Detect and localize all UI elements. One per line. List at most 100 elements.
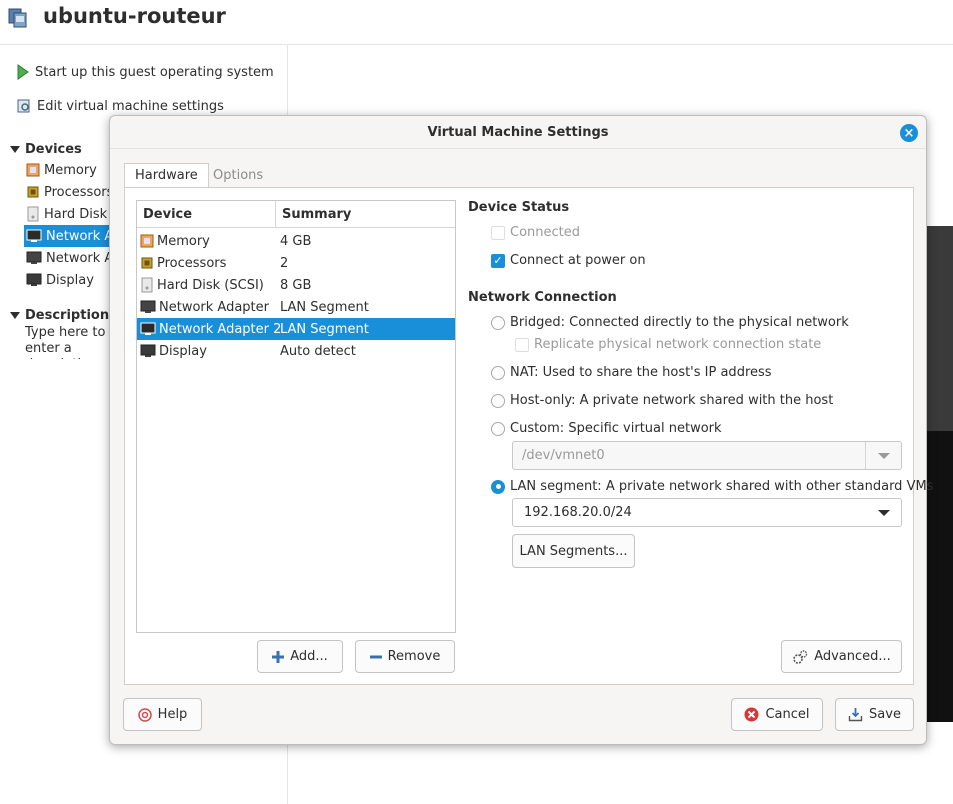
connected-label: Connected <box>510 225 581 240</box>
tab-options[interactable]: Options <box>203 163 273 187</box>
close-icon: × <box>903 125 915 141</box>
network-connection-header: Network Connection <box>468 290 617 305</box>
radio-circle-selected <box>491 479 505 494</box>
replicate-state-checkbox[interactable]: Replicate physical network connection st… <box>515 337 821 352</box>
help-button-label: Help <box>157 707 188 722</box>
tab-hardware[interactable]: Hardware <box>124 163 209 187</box>
device-table-header: Device Summary <box>137 201 455 228</box>
bg-device-label: Memory <box>44 162 97 178</box>
add-button-label: Add... <box>290 649 328 664</box>
connect-at-power-on-checkbox[interactable]: ✓ Connect at power on <box>491 253 646 268</box>
table-row[interactable]: Display Auto detect <box>137 340 455 362</box>
device-name: Processors <box>157 255 227 271</box>
devices-section-header[interactable]: Devices <box>10 142 82 157</box>
processor-icon <box>140 256 154 270</box>
replicate-label: Replicate physical network connection st… <box>534 337 822 352</box>
table-row[interactable]: Network Adapter LAN Segment <box>137 296 455 318</box>
radio-circle <box>491 393 505 408</box>
bridged-label: Bridged: Connected directly to the physi… <box>510 315 849 330</box>
edit-vm-settings-link[interactable]: Edit virtual machine settings <box>17 98 224 114</box>
device-name: Memory <box>157 233 210 249</box>
nat-radio[interactable]: NAT: Used to share the host's IP address <box>491 365 772 380</box>
custom-radio[interactable]: Custom: Specific virtual network <box>491 421 722 436</box>
device-name: Network Adapter <box>159 299 269 315</box>
help-button[interactable]: Help <box>123 698 202 731</box>
radio-circle <box>491 315 505 330</box>
memory-icon <box>26 163 40 177</box>
lan-segment-value: 192.168.20.0/24 <box>524 505 632 520</box>
connected-checkbox[interactable]: Connected <box>491 225 580 240</box>
table-row[interactable]: Memory 4 GB <box>137 230 455 252</box>
expand-triangle-icon <box>10 312 20 319</box>
table-row-selected[interactable]: Network Adapter 2 LAN Segment <box>137 318 455 340</box>
table-row[interactable]: Processors 2 <box>137 252 455 274</box>
device-name: Hard Disk (SCSI) <box>157 277 264 293</box>
device-summary: 4 GB <box>280 233 312 249</box>
display-icon <box>26 273 42 287</box>
cancel-icon <box>744 707 759 722</box>
lan-segment-select[interactable]: 192.168.20.0/24 <box>512 498 902 527</box>
device-name: Network Adapter 2 <box>159 321 282 337</box>
network-adapter-icon <box>140 322 156 336</box>
radio-circle <box>491 421 505 436</box>
host-only-radio[interactable]: Host-only: A private network shared with… <box>491 393 833 408</box>
start-vm-link[interactable]: Start up this guest operating system <box>17 64 274 80</box>
description-text[interactable]: Type here to enter a description of this… <box>25 325 110 359</box>
devices-header-label: Devices <box>25 142 82 157</box>
checkbox-box <box>515 337 529 352</box>
add-button[interactable]: Add... <box>257 640 343 673</box>
remove-button[interactable]: Remove <box>355 640 455 673</box>
vm-settings-dialog: Virtual Machine Settings × Hardware Opti… <box>109 115 933 745</box>
bg-device-label: Processors <box>44 184 114 200</box>
column-header-device[interactable]: Device <box>137 201 276 228</box>
save-button-label: Save <box>869 707 901 722</box>
gears-icon <box>792 649 808 665</box>
custom-network-value: /dev/vmnet0 <box>522 448 605 463</box>
device-summary: LAN Segment <box>280 299 369 315</box>
bridged-radio[interactable]: Bridged: Connected directly to the physi… <box>491 315 849 330</box>
start-vm-label: Start up this guest operating system <box>35 64 274 80</box>
device-summary: LAN Segment <box>280 321 369 337</box>
advanced-button-label: Advanced... <box>814 649 891 664</box>
expand-triangle-icon <box>10 146 20 153</box>
connect-at-power-on-label: Connect at power on <box>510 253 646 268</box>
custom-network-select[interactable]: /dev/vmnet0 <box>512 441 902 470</box>
table-row[interactable]: Hard Disk (SCSI) 8 GB <box>137 274 455 296</box>
advanced-button[interactable]: Advanced... <box>781 640 902 673</box>
radio-circle <box>491 365 505 380</box>
hardware-panel: Device Summary Memory 4 GB Processors 2 … <box>124 187 933 685</box>
cancel-button-label: Cancel <box>765 707 810 722</box>
lan-segments-button[interactable]: LAN Segments... <box>512 534 635 568</box>
remove-button-label: Remove <box>387 649 441 664</box>
lan-segment-radio[interactable]: LAN segment: A private network shared wi… <box>491 479 933 494</box>
processor-icon <box>26 185 40 199</box>
close-button[interactable]: × <box>900 124 918 142</box>
hard-disk-icon <box>140 277 154 293</box>
save-icon <box>848 707 863 722</box>
description-header-label: Description <box>25 308 110 323</box>
bg-device-label: Display <box>46 272 94 288</box>
dialog-titlebar: Virtual Machine Settings <box>110 116 926 149</box>
edit-vm-label: Edit virtual machine settings <box>37 98 224 114</box>
divider <box>0 44 953 45</box>
column-header-summary[interactable]: Summary <box>276 201 351 228</box>
checkbox-box <box>491 225 505 240</box>
dropdown-button[interactable] <box>865 442 901 469</box>
chevron-down-icon <box>878 509 890 516</box>
memory-icon <box>140 234 154 248</box>
host-only-label: Host-only: A private network shared with… <box>510 393 834 408</box>
vm-icon <box>8 6 30 30</box>
network-adapter-icon <box>140 300 156 314</box>
minus-icon <box>369 651 382 663</box>
hard-disk-icon <box>26 206 40 222</box>
device-table: Device Summary Memory 4 GB Processors 2 … <box>136 200 456 633</box>
save-button[interactable]: Save <box>835 698 914 731</box>
network-adapter-icon <box>26 229 42 243</box>
display-icon <box>140 344 156 358</box>
play-icon <box>17 64 29 80</box>
nat-label: NAT: Used to share the host's IP address <box>510 365 772 380</box>
cancel-button[interactable]: Cancel <box>731 698 823 731</box>
description-section-header[interactable]: Description <box>10 308 109 323</box>
chevron-down-icon <box>877 452 890 459</box>
network-adapter-icon <box>26 251 42 265</box>
